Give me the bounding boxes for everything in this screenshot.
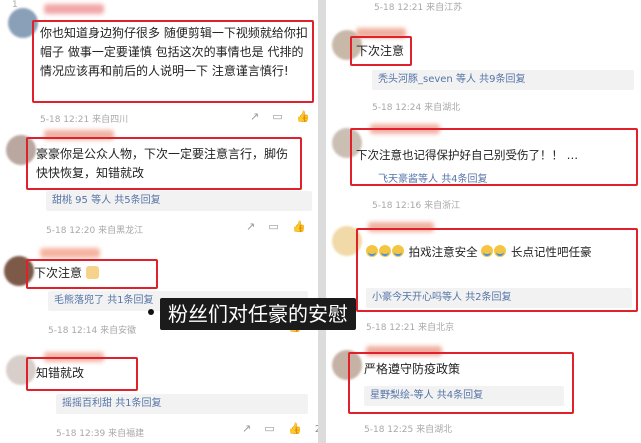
comment-meta: 5-18 12:21 来自北京 <box>366 323 455 333</box>
crying-emoji-icon <box>481 245 494 257</box>
comment-actions: ↗ ▭ 👍 1 <box>240 110 318 123</box>
reply-users[interactable]: 秃头河豚_seven <box>378 74 453 85</box>
reply-summary-bar[interactable]: 秃头河豚_seven 等人 共9条回复 <box>372 70 634 90</box>
reply-count-link[interactable]: 共2条回复 <box>465 292 511 303</box>
crying-emoji-icon <box>494 245 507 257</box>
thumbs-up-icon[interactable]: 👍 <box>296 110 310 123</box>
reply-mid: 等人 <box>91 195 112 206</box>
reply-users[interactable]: 星野梨绘-等人 <box>370 390 434 401</box>
comment-meta: 5-18 12:25 来自湖北 <box>364 425 453 435</box>
reply-summary-bar[interactable]: 飞天豪酱等人 共4条回复 <box>372 170 602 190</box>
comment-meta: 5-18 12:39 来自福建 <box>56 429 145 439</box>
comment-text: 下次注意也记得保护好自己别受伤了！！ … <box>356 146 638 165</box>
reply-summary-bar[interactable]: 小豪今天开心吗等人 共2条回复 <box>366 288 632 308</box>
comment-text-content-2: 长点记性吧任豪 <box>510 245 592 259</box>
comment-actions: ↗ ▭ 👍 25 <box>236 220 318 233</box>
comment-text: 知错就改 <box>36 366 85 380</box>
comment-actions: ↗ ▭ 👍 25 <box>232 422 318 435</box>
comment-text: 下次注意 <box>356 44 405 58</box>
reply-users[interactable]: 飞天豪酱等人 <box>378 174 438 185</box>
username-blurred[interactable] <box>40 248 100 258</box>
thumbs-up-icon[interactable]: 👍 <box>288 422 302 435</box>
comment-meta: 5-18 12:24 来自湖北 <box>372 103 461 113</box>
reply-summary-bar[interactable]: 摇摇百利甜 共1条回复 <box>56 394 308 414</box>
comment-text: 拍戏注意安全 长点记性吧任豪 <box>366 243 591 262</box>
thumbs-up-icon[interactable]: 👍 <box>292 220 306 233</box>
meta-text: 1 <box>12 0 18 10</box>
reply-users[interactable]: 摇摇百利甜 <box>62 398 112 409</box>
reply-count-link[interactable]: 共1条回复 <box>107 295 153 306</box>
comment-text-content: 拍戏注意安全 <box>408 245 478 259</box>
column-divider <box>318 0 326 443</box>
crying-emoji-icon <box>366 245 378 257</box>
crying-emoji-icon <box>392 245 404 257</box>
reply-count-link[interactable]: 共4条回复 <box>437 390 483 401</box>
comment-text: 豪豪你是公众人物，下次一定要注意言行，脚伤快快恢复，知错就改 <box>36 147 289 180</box>
comment-meta: 5-18 12:14 来自安徽 <box>48 326 137 336</box>
more-dots-icon[interactable]: … <box>567 148 579 162</box>
username-blurred[interactable] <box>44 4 104 14</box>
reply-users[interactable]: 甜桃 95 <box>52 195 88 206</box>
share-icon[interactable]: ↗ <box>246 220 255 233</box>
share-icon[interactable]: ↗ <box>242 422 251 435</box>
comment-text: 严格遵守防疫政策 <box>364 362 461 376</box>
right-comment-column: 5-18 12:21 来自江苏 下次注意 秃头河豚_seven 等人 共9条回复… <box>326 0 641 443</box>
crying-emoji-icon <box>379 245 391 257</box>
comment-text-content: 下次注意也记得保护好自己别受伤了！！ <box>356 148 563 162</box>
comment-meta: 5-18 12:21 来自四川 <box>40 115 129 125</box>
reply-mid: 等人 <box>455 74 476 85</box>
reply-count-link[interactable]: 共1条回复 <box>115 398 161 409</box>
reply-summary-bar[interactable]: 星野梨绘-等人 共4条回复 <box>364 386 564 406</box>
reply-count-link[interactable]: 共9条回复 <box>479 74 525 85</box>
reply-count-link[interactable]: 共4条回复 <box>441 174 487 185</box>
comment-meta: 5-18 12:16 来自浙江 <box>372 201 461 211</box>
caption-bullet <box>148 309 154 315</box>
reply-users[interactable]: 毛熊落兜了 <box>54 295 104 306</box>
reply-summary-bar[interactable]: 甜桃 95 等人 共5条回复 <box>46 191 312 211</box>
video-caption: 粉丝们对任豪的安慰 <box>160 298 356 330</box>
comment-text-content: 下次注意 <box>34 266 83 280</box>
comment-text: 下次注意 <box>34 264 99 283</box>
cat-emoji-icon <box>85 266 99 279</box>
share-icon[interactable]: ↗ <box>250 110 259 123</box>
reply-count-link[interactable]: 共5条回复 <box>114 195 160 206</box>
comment-icon[interactable]: ▭ <box>268 220 278 233</box>
comment-icon[interactable]: ▭ <box>264 422 274 435</box>
left-comment-column: 1 你也知道身边狗仔很多 随便剪辑一下视频就给你扣帽子 做事一定要谨慎 包括这次… <box>0 0 318 443</box>
meta-text: 5-18 12:21 来自江苏 <box>374 3 463 13</box>
reply-users[interactable]: 小豪今天开心吗等人 <box>372 292 462 303</box>
comment-meta: 5-18 12:20 来自黑龙江 <box>46 226 144 236</box>
comment-text: 你也知道身边狗仔很多 随便剪辑一下视频就给你扣帽子 做事一定要谨慎 包括这次的事… <box>40 26 308 78</box>
comment-icon[interactable]: ▭ <box>272 110 282 123</box>
